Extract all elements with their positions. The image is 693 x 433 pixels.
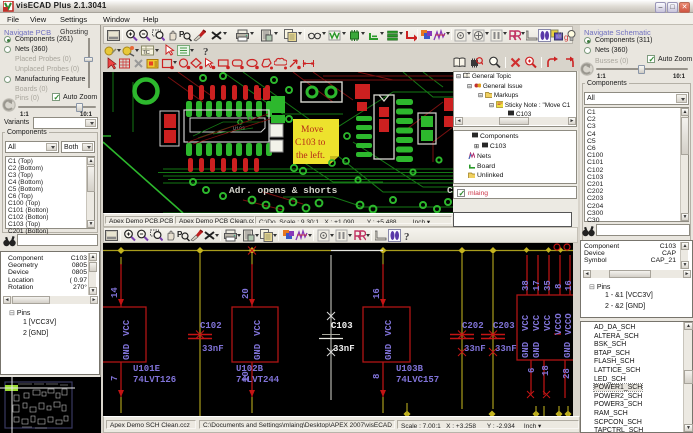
svg-text:U103B: U103B: [396, 364, 424, 374]
svg-text:VCC: VCC: [532, 314, 542, 331]
svg-text:VCCO: VCCO: [554, 313, 564, 335]
svg-text:GND: GND: [384, 343, 394, 360]
svg-text:?: ?: [404, 231, 410, 242]
svg-text:74LVC157: 74LVC157: [396, 375, 439, 385]
svg-text:VCC: VCC: [384, 319, 394, 336]
svg-text:C103 to: C103 to: [295, 138, 326, 148]
svg-text:20: 20: [241, 288, 251, 299]
svg-text:14: 14: [110, 287, 120, 298]
svg-text:VCC: VCC: [253, 319, 263, 336]
svg-text:8: 8: [372, 374, 382, 379]
svg-text:18: 18: [541, 365, 551, 376]
svg-text:74LVT126: 74LVT126: [133, 375, 176, 385]
svg-text:74LVT244: 74LVT244: [236, 375, 280, 385]
svg-text:7: 7: [110, 376, 120, 381]
svg-text:GND: GND: [521, 341, 531, 358]
svg-text:33nF: 33nF: [495, 344, 517, 354]
svg-text:35: 35: [543, 280, 553, 291]
svg-text:GND: GND: [122, 343, 132, 360]
svg-text:8: 8: [554, 284, 564, 289]
svg-text:Move: Move: [301, 125, 323, 135]
svg-text:VCC: VCC: [543, 314, 553, 331]
svg-text:33nF: 33nF: [333, 344, 355, 354]
svg-text:C102: C102: [200, 321, 222, 331]
svg-text:U102B: U102B: [236, 364, 264, 374]
svg-text:Adr. opens & shorts: Adr. opens & shorts: [229, 185, 338, 196]
svg-text:17: 17: [532, 280, 542, 291]
svg-text:38: 38: [521, 280, 531, 291]
svg-text:the left.: the left.: [296, 150, 325, 161]
svg-text:6: 6: [527, 368, 537, 373]
svg-text:16: 16: [564, 280, 573, 291]
svg-text:C203: C203: [493, 321, 515, 331]
svg-text:GND: GND: [563, 341, 573, 358]
svg-text:U101E: U101E: [133, 364, 161, 374]
svg-text:C202: C202: [462, 321, 484, 331]
svg-text:0: 0: [558, 31, 563, 40]
svg-text:GND: GND: [253, 343, 263, 360]
svg-text:VCC: VCC: [122, 319, 132, 336]
svg-text:C103: C103: [331, 321, 353, 331]
svg-text:16: 16: [372, 288, 382, 299]
svg-text:VCC: VCC: [521, 314, 531, 331]
svg-text:VCCO: VCCO: [564, 313, 573, 335]
svg-text:33nF: 33nF: [464, 344, 486, 354]
svg-text:28: 28: [562, 368, 572, 379]
svg-text:33nF: 33nF: [202, 344, 224, 354]
svg-text:GND: GND: [532, 341, 542, 358]
